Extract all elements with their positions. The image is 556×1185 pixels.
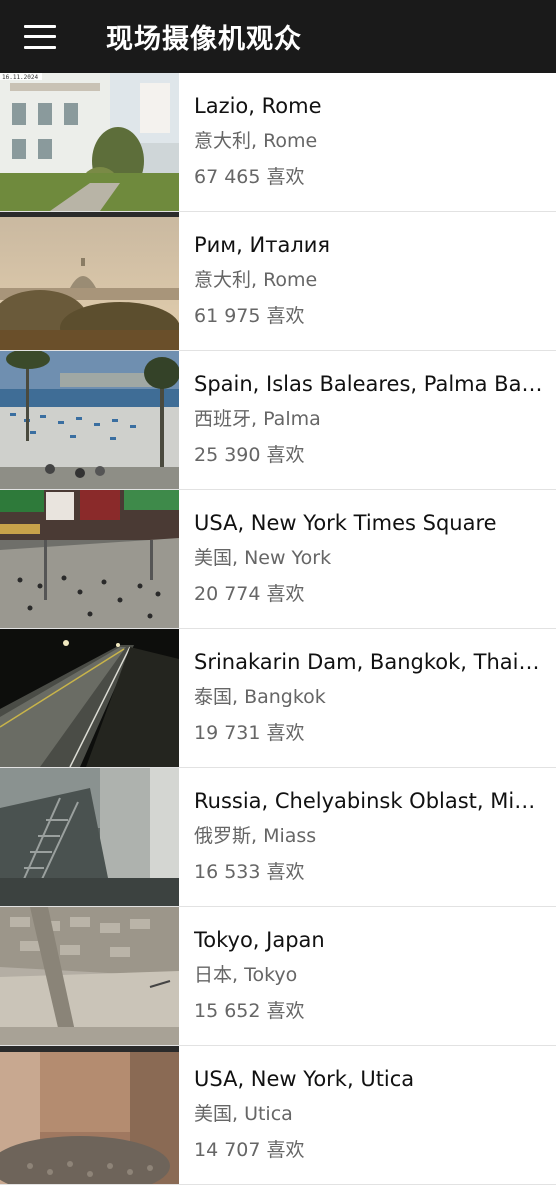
- camera-likes: 19 731 喜欢: [194, 722, 305, 744]
- camera-thumbnail[interactable]: [0, 768, 179, 906]
- camera-location: 美国, Utica: [194, 1103, 293, 1125]
- camera-likes: 15 652 喜欢: [194, 1000, 305, 1022]
- menu-icon[interactable]: [24, 24, 56, 49]
- camera-likes: 61 975 喜欢: [194, 305, 305, 327]
- camera-likes: 14 707 喜欢: [194, 1139, 305, 1161]
- camera-thumbnail[interactable]: [0, 1046, 179, 1184]
- camera-location: 意大利, Rome: [194, 130, 318, 152]
- camera-info: USA, New York Times Square 美国, New York …: [179, 490, 556, 628]
- camera-info: Russia, Chelyabinsk Oblast, Mi… 俄罗斯, Mia…: [179, 768, 556, 906]
- camera-title: Tokyo, Japan: [194, 928, 325, 952]
- camera-title: Srinakarin Dam, Bangkok, Thai…: [194, 650, 540, 674]
- camera-info: Tokyo, Japan 日本, Tokyo 15 652 喜欢: [179, 907, 556, 1045]
- camera-title: Spain, Islas Baleares, Palma Ba…: [194, 372, 543, 396]
- camera-list-item[interactable]: Russia, Chelyabinsk Oblast, Mi… 俄罗斯, Mia…: [0, 768, 556, 907]
- camera-list-item[interactable]: USA, New York Times Square 美国, New York …: [0, 490, 556, 629]
- camera-info: Spain, Islas Baleares, Palma Ba… 西班牙, Pa…: [179, 351, 556, 489]
- app-bar: 现场摄像机观众: [0, 0, 556, 73]
- camera-list-item[interactable]: USA, New York, Utica 美国, Utica 14 707 喜欢: [0, 1046, 556, 1185]
- camera-title: USA, New York Times Square: [194, 511, 497, 535]
- menu-icon-bar: [24, 35, 56, 38]
- camera-thumbnail[interactable]: [0, 907, 179, 1045]
- camera-list-item[interactable]: Srinakarin Dam, Bangkok, Thai… 泰国, Bangk…: [0, 629, 556, 768]
- camera-thumbnail[interactable]: 16.11.2024: [0, 73, 179, 211]
- camera-info: Lazio, Rome 意大利, Rome 67 465 喜欢: [179, 73, 556, 211]
- thumbnail-timestamp: 16.11.2024: [2, 74, 39, 81]
- camera-info: USA, New York, Utica 美国, Utica 14 707 喜欢: [179, 1046, 556, 1184]
- camera-info: Srinakarin Dam, Bangkok, Thai… 泰国, Bangk…: [179, 629, 556, 767]
- camera-likes: 20 774 喜欢: [194, 583, 305, 605]
- camera-likes: 67 465 喜欢: [194, 166, 305, 188]
- camera-likes: 25 390 喜欢: [194, 444, 305, 466]
- camera-list: 16.11.2024 Lazio, Rome 意大利, Rome 67 465 …: [0, 73, 556, 1185]
- app-title: 现场摄像机观众: [106, 24, 302, 55]
- camera-location: 泰国, Bangkok: [194, 686, 326, 708]
- camera-location: 日本, Tokyo: [194, 964, 298, 986]
- menu-icon-bar: [24, 24, 56, 28]
- camera-location: 西班牙, Palma: [194, 408, 321, 430]
- camera-info: Рим, Италия 意大利, Rome 61 975 喜欢: [179, 212, 556, 350]
- camera-title: USA, New York, Utica: [194, 1067, 415, 1091]
- camera-thumbnail[interactable]: [0, 490, 179, 628]
- camera-thumbnail[interactable]: [0, 351, 179, 489]
- camera-likes: 16 533 喜欢: [194, 861, 305, 883]
- camera-title: Russia, Chelyabinsk Oblast, Mi…: [194, 789, 536, 813]
- camera-list-item[interactable]: 16.11.2024 Lazio, Rome 意大利, Rome 67 465 …: [0, 73, 556, 212]
- camera-title: Рим, Италия: [194, 233, 331, 257]
- menu-icon-bar: [24, 45, 56, 49]
- camera-thumbnail[interactable]: [0, 629, 179, 767]
- camera-list-item[interactable]: Рим, Италия 意大利, Rome 61 975 喜欢: [0, 212, 556, 351]
- camera-location: 意大利, Rome: [194, 269, 318, 291]
- camera-list-item[interactable]: Tokyo, Japan 日本, Tokyo 15 652 喜欢: [0, 907, 556, 1046]
- camera-list-item[interactable]: Spain, Islas Baleares, Palma Ba… 西班牙, Pa…: [0, 351, 556, 490]
- camera-location: 美国, New York: [194, 547, 332, 569]
- camera-title: Lazio, Rome: [194, 94, 322, 118]
- camera-location: 俄罗斯, Miass: [194, 825, 317, 847]
- camera-thumbnail[interactable]: [0, 212, 179, 350]
